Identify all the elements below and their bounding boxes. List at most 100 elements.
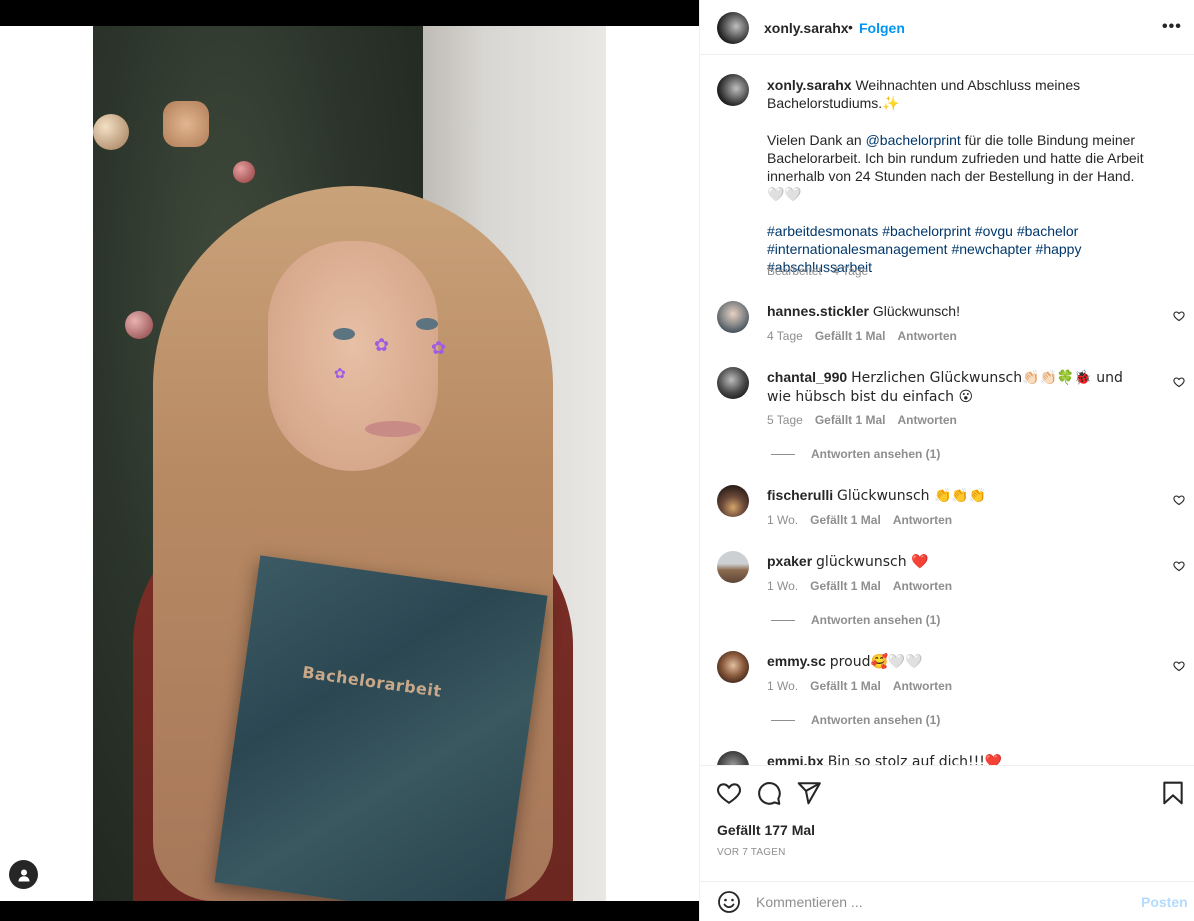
comment-time[interactable]: 5 Tage: [767, 413, 803, 427]
caption-avatar[interactable]: [717, 74, 749, 106]
comment-likes[interactable]: Gefällt 1 Mal: [815, 329, 886, 343]
hashtag-link[interactable]: #ovgu: [975, 223, 1013, 239]
book-title: Bachelorarbeit: [301, 662, 443, 701]
comment-text: pxaker glückwunsch ❤️: [767, 552, 1147, 571]
comment-meta: 1 Wo. Gefällt 1 Mal Antworten: [767, 513, 952, 527]
comment-likes[interactable]: Gefällt 1 Mal: [810, 513, 881, 527]
comment-meta: 5 Tage Gefällt 1 Mal Antworten: [767, 413, 957, 427]
small-heart-icon[interactable]: [1173, 310, 1185, 322]
photo-lips: [365, 421, 421, 437]
comment-likes[interactable]: Gefällt 1 Mal: [810, 679, 881, 693]
like-count[interactable]: Gefällt 177 Mal: [717, 822, 815, 838]
comment-username[interactable]: emmi.bx: [767, 753, 824, 765]
comment-body: Glückwunsch!: [872, 303, 960, 319]
reply-button[interactable]: Antworten: [898, 329, 957, 343]
comment-meta: 1 Wo. Gefällt 1 Mal Antworten: [767, 679, 952, 693]
hashtag-link[interactable]: #arbeitdesmonats: [767, 223, 878, 239]
photo-eye: [416, 318, 438, 330]
caption-para2-start: Vielen Dank an: [767, 132, 866, 148]
caption-meta: Bearbeitet · 4 Tage: [767, 264, 869, 278]
comment-avatar[interactable]: [717, 367, 749, 399]
comment-composer: Posten: [700, 881, 1194, 921]
reply-button[interactable]: Antworten: [898, 413, 957, 427]
comment-text: hannes.stickler Glückwunsch!: [767, 302, 1147, 320]
comment-username[interactable]: emmy.sc: [767, 653, 826, 669]
hashtag-link[interactable]: #happy: [1036, 241, 1082, 257]
media-panel: ✿ ✿ ✿ Bachelorarbeit: [0, 0, 699, 921]
hashtag-link[interactable]: #newchapter: [951, 241, 1031, 257]
comment-username[interactable]: fischerulli: [767, 487, 833, 503]
follow-button[interactable]: Folgen: [859, 20, 905, 36]
comment-likes[interactable]: Gefällt 1 Mal: [810, 579, 881, 593]
author-username[interactable]: xonly.sarahx: [764, 20, 849, 36]
photo-face: [268, 241, 438, 471]
post-age: VOR 7 TAGEN: [717, 847, 786, 858]
view-replies-button[interactable]: Antworten ansehen (1): [771, 447, 940, 461]
comment-body: Glückwunsch 👏👏👏: [837, 488, 987, 504]
reply-button[interactable]: Antworten: [893, 579, 952, 593]
comment-meta: 4 Tage Gefällt 1 Mal Antworten: [767, 329, 957, 343]
sparkle-emoji: ✨: [882, 96, 900, 112]
comment-time[interactable]: 4 Tage: [767, 329, 803, 343]
post-sidebar: xonly.sarahx • Folgen ••• xonly.sarahx W…: [699, 0, 1194, 921]
comment-time[interactable]: 1 Wo.: [767, 579, 798, 593]
comment-username[interactable]: chantal_990: [767, 369, 847, 385]
reply-button[interactable]: Antworten: [893, 513, 952, 527]
comment-icon[interactable]: [756, 780, 782, 806]
comment-username[interactable]: pxaker: [767, 553, 812, 569]
author-avatar[interactable]: [717, 12, 749, 44]
comment-text: emmy.sc proud🥰🤍🤍: [767, 652, 1147, 671]
post-photo[interactable]: ✿ ✿ ✿ Bachelorarbeit: [93, 26, 606, 901]
smiley-icon[interactable]: [717, 890, 741, 914]
ornament: [93, 114, 129, 150]
comment-avatar[interactable]: [717, 751, 749, 765]
comments-section[interactable]: xonly.sarahx Weihnachten und Abschluss m…: [700, 56, 1194, 765]
comment-time[interactable]: 1 Wo.: [767, 679, 798, 693]
bookmark-icon[interactable]: [1160, 780, 1186, 806]
heart-icon[interactable]: [716, 780, 742, 806]
hashtag-link[interactable]: #internationalesmanagement: [767, 241, 948, 257]
comment-text: fischerulli Glückwunsch 👏👏👏: [767, 486, 1147, 505]
hashtag-link[interactable]: #bachelor: [1017, 223, 1079, 239]
ornament: [125, 311, 153, 339]
comment-meta: 1 Wo. Gefällt 1 Mal Antworten: [767, 579, 952, 593]
butterfly-sticker-icon: ✿: [431, 338, 447, 358]
caption-trailing-emoji: 🤍🤍: [767, 187, 802, 203]
small-heart-icon[interactable]: [1173, 560, 1185, 572]
share-icon[interactable]: [796, 780, 822, 806]
comment-avatar[interactable]: [717, 551, 749, 583]
comment-text: emmi.bx Bin so stolz auf dich!!!❤️: [767, 752, 1147, 765]
comment-likes[interactable]: Gefällt 1 Mal: [815, 413, 886, 427]
comment-text: chantal_990 Herzlichen Glückwunsch👏🏻👏🏻🍀🐞…: [767, 368, 1147, 406]
ornament: [233, 161, 255, 183]
header-separator: •: [848, 19, 853, 35]
comment-input[interactable]: [756, 892, 1116, 912]
user-tag-icon[interactable]: [9, 860, 38, 889]
view-replies-button[interactable]: Antworten ansehen (1): [771, 613, 940, 627]
butterfly-sticker-icon: ✿: [334, 365, 346, 381]
comment-username[interactable]: hannes.stickler: [767, 303, 869, 319]
mention-link[interactable]: @bachelorprint: [866, 132, 961, 148]
more-options-icon[interactable]: •••: [1162, 18, 1182, 36]
post-button[interactable]: Posten: [1141, 894, 1188, 910]
small-heart-icon[interactable]: [1173, 660, 1185, 672]
caption: xonly.sarahx Weihnachten und Abschluss m…: [767, 76, 1147, 276]
small-heart-icon[interactable]: [1173, 376, 1185, 388]
view-replies-button[interactable]: Antworten ansehen (1): [771, 713, 940, 727]
post-header: xonly.sarahx • Folgen •••: [700, 0, 1194, 55]
comment-avatar[interactable]: [717, 651, 749, 683]
comment-avatar[interactable]: [717, 485, 749, 517]
comment-body: Bin so stolz auf dich!!!❤️: [827, 754, 1003, 765]
small-heart-icon[interactable]: [1173, 494, 1185, 506]
butterfly-sticker-icon: ✿: [374, 335, 390, 355]
comment-avatar[interactable]: [717, 301, 749, 333]
photo-eye: [333, 328, 355, 340]
comment-body: glückwunsch ❤️: [816, 554, 929, 570]
photo-book: Bachelorarbeit: [214, 555, 548, 901]
comment-time[interactable]: 1 Wo.: [767, 513, 798, 527]
post-actions: Gefällt 177 Mal VOR 7 TAGEN: [700, 765, 1194, 881]
caption-username[interactable]: xonly.sarahx: [767, 77, 852, 93]
star-ornament: [163, 101, 209, 147]
hashtag-link[interactable]: #bachelorprint: [882, 223, 971, 239]
reply-button[interactable]: Antworten: [893, 679, 952, 693]
